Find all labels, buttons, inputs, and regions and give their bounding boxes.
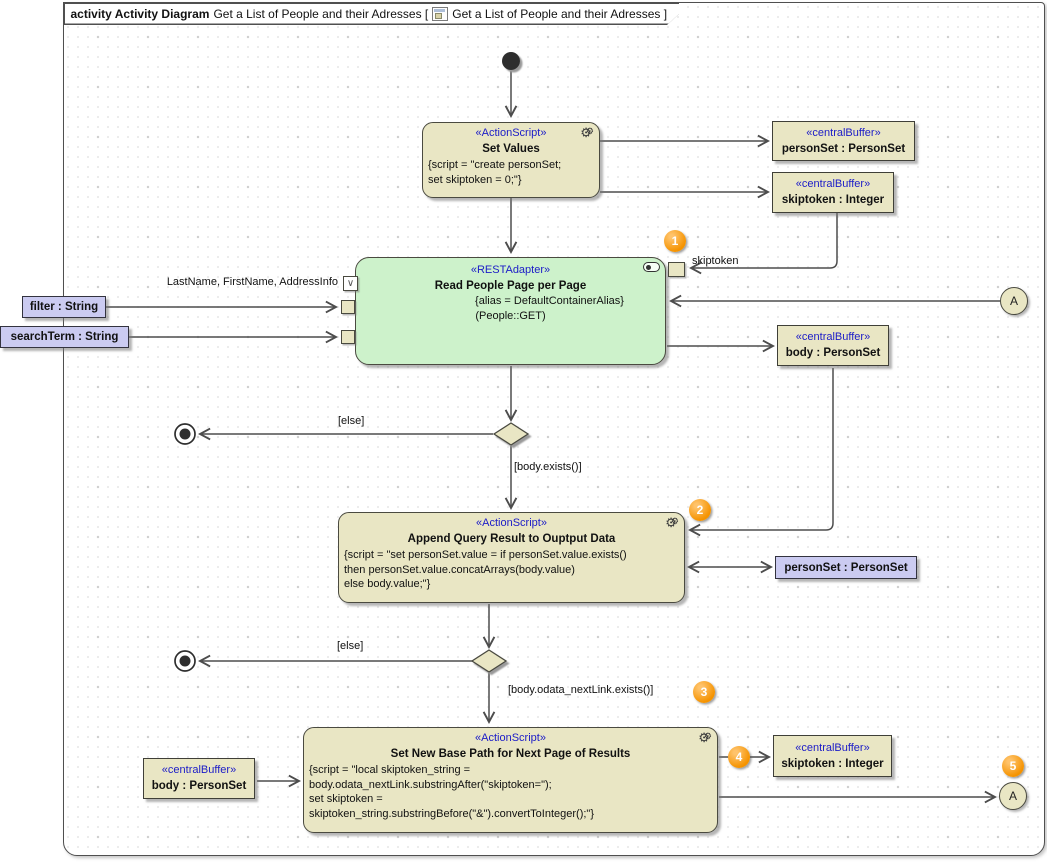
decision-node-1[interactable] [494,423,528,445]
buffer-stereotype: «centralBuffer» [144,763,254,778]
step-badge-5[interactable]: 5 [1002,755,1024,777]
edge-body-buffer-to-append[interactable] [690,368,833,530]
pin-searchterm[interactable] [341,330,355,344]
decision-node-2[interactable] [472,650,506,672]
pin-filter[interactable] [341,300,355,314]
buffer-stereotype: «centralBuffer» [773,177,893,192]
set-values-script: {script = "create personSet; set skiptok… [423,157,599,187]
action-set-values[interactable]: «ActionScript» ⚙⚙ Set Values {script = "… [422,122,600,198]
set-values-stereotype: «ActionScript» [423,126,599,141]
buffer-personset-top[interactable]: «centralBuffer» personSet : PersonSet [772,121,915,161]
label-else-2: [else] [337,640,363,652]
buffer-label: body : PersonSet [144,778,254,794]
newbase-script: {script = "local skiptoken_string = body… [304,762,717,821]
gears-icon: ⚙⚙ [580,125,594,139]
initial-node[interactable] [502,52,520,70]
set-values-name: Set Values [423,141,599,157]
step-badge-1[interactable]: 1 [664,230,686,252]
rest-alias: {alias = DefaultContainerAlias} [356,294,665,309]
label-skiptoken: skiptoken [692,255,738,267]
pin-v-icon[interactable]: ∨ [343,276,358,291]
param-searchterm[interactable]: searchTerm : String [0,326,129,348]
label-else-1: [else] [338,415,364,427]
append-script: {script = "set personSet.value = if pers… [339,547,684,592]
buffer-body-right[interactable]: «centralBuffer» body : PersonSet [777,325,889,366]
buffer-label: body : PersonSet [778,345,888,361]
buffer-label: skiptoken : Integer [773,192,893,208]
action-rest-adapter[interactable]: «RESTAdapter» Read People Page per Page … [355,257,666,365]
gears-icon: ⚙⚙ [698,730,712,744]
newbase-stereotype: «ActionScript» [304,731,717,746]
param-personset[interactable]: personSet : PersonSet [775,556,917,579]
append-name: Append Query Result to Ouptput Data [339,531,684,547]
rest-name: Read People Page per Page [356,278,665,294]
label-odata-nextlink: [body.odata_nextLink.exists()] [508,684,653,696]
step-badge-3[interactable]: 3 [693,681,715,703]
label-pin-fields: LastName, FirstName, AddressInfo [145,276,338,288]
step-badge-4[interactable]: 4 [728,746,750,768]
rest-stereotype: «RESTAdapter» [356,263,665,278]
connector-a-right[interactable]: A [1000,287,1028,315]
action-set-new-base-path[interactable]: «ActionScript» ⚙⚙ Set New Base Path for … [303,727,718,833]
action-append-query[interactable]: «ActionScript» ⚙⚙ Append Query Result to… [338,512,685,603]
buffer-stereotype: «centralBuffer» [774,741,891,756]
buffer-body-bottom[interactable]: «centralBuffer» body : PersonSet [143,758,255,799]
final-node-1[interactable] [175,424,195,444]
step-badge-2[interactable]: 2 [689,499,711,521]
buffer-label: personSet : PersonSet [773,141,914,157]
activity-diagram-canvas: activity Activity Diagram Get a List of … [0,0,1047,867]
newbase-name: Set New Base Path for Next Page of Resul… [304,746,717,762]
param-searchterm-label: searchTerm : String [11,331,119,343]
gears-icon: ⚙⚙ [665,515,679,529]
append-stereotype: «ActionScript» [339,516,684,531]
rest-operation: (People::GET) [356,309,665,324]
final-node-2[interactable] [175,651,195,671]
buffer-stereotype: «centralBuffer» [778,330,888,345]
buffer-label: skiptoken : Integer [774,756,891,772]
param-filter[interactable]: filter : String [22,296,106,318]
connector-a-bottom[interactable]: A [999,782,1027,810]
param-filter-label: filter : String [30,301,98,313]
pin-skiptoken[interactable] [668,262,685,277]
param-personset-label: personSet : PersonSet [784,562,907,574]
buffer-skiptoken-bottom[interactable]: «centralBuffer» skiptoken : Integer [773,735,892,777]
buffer-stereotype: «centralBuffer» [773,126,914,141]
buffer-skiptoken-top[interactable]: «centralBuffer» skiptoken : Integer [772,172,894,213]
rest-adapter-icon [643,262,660,272]
label-body-exists: [body.exists()] [514,461,582,473]
